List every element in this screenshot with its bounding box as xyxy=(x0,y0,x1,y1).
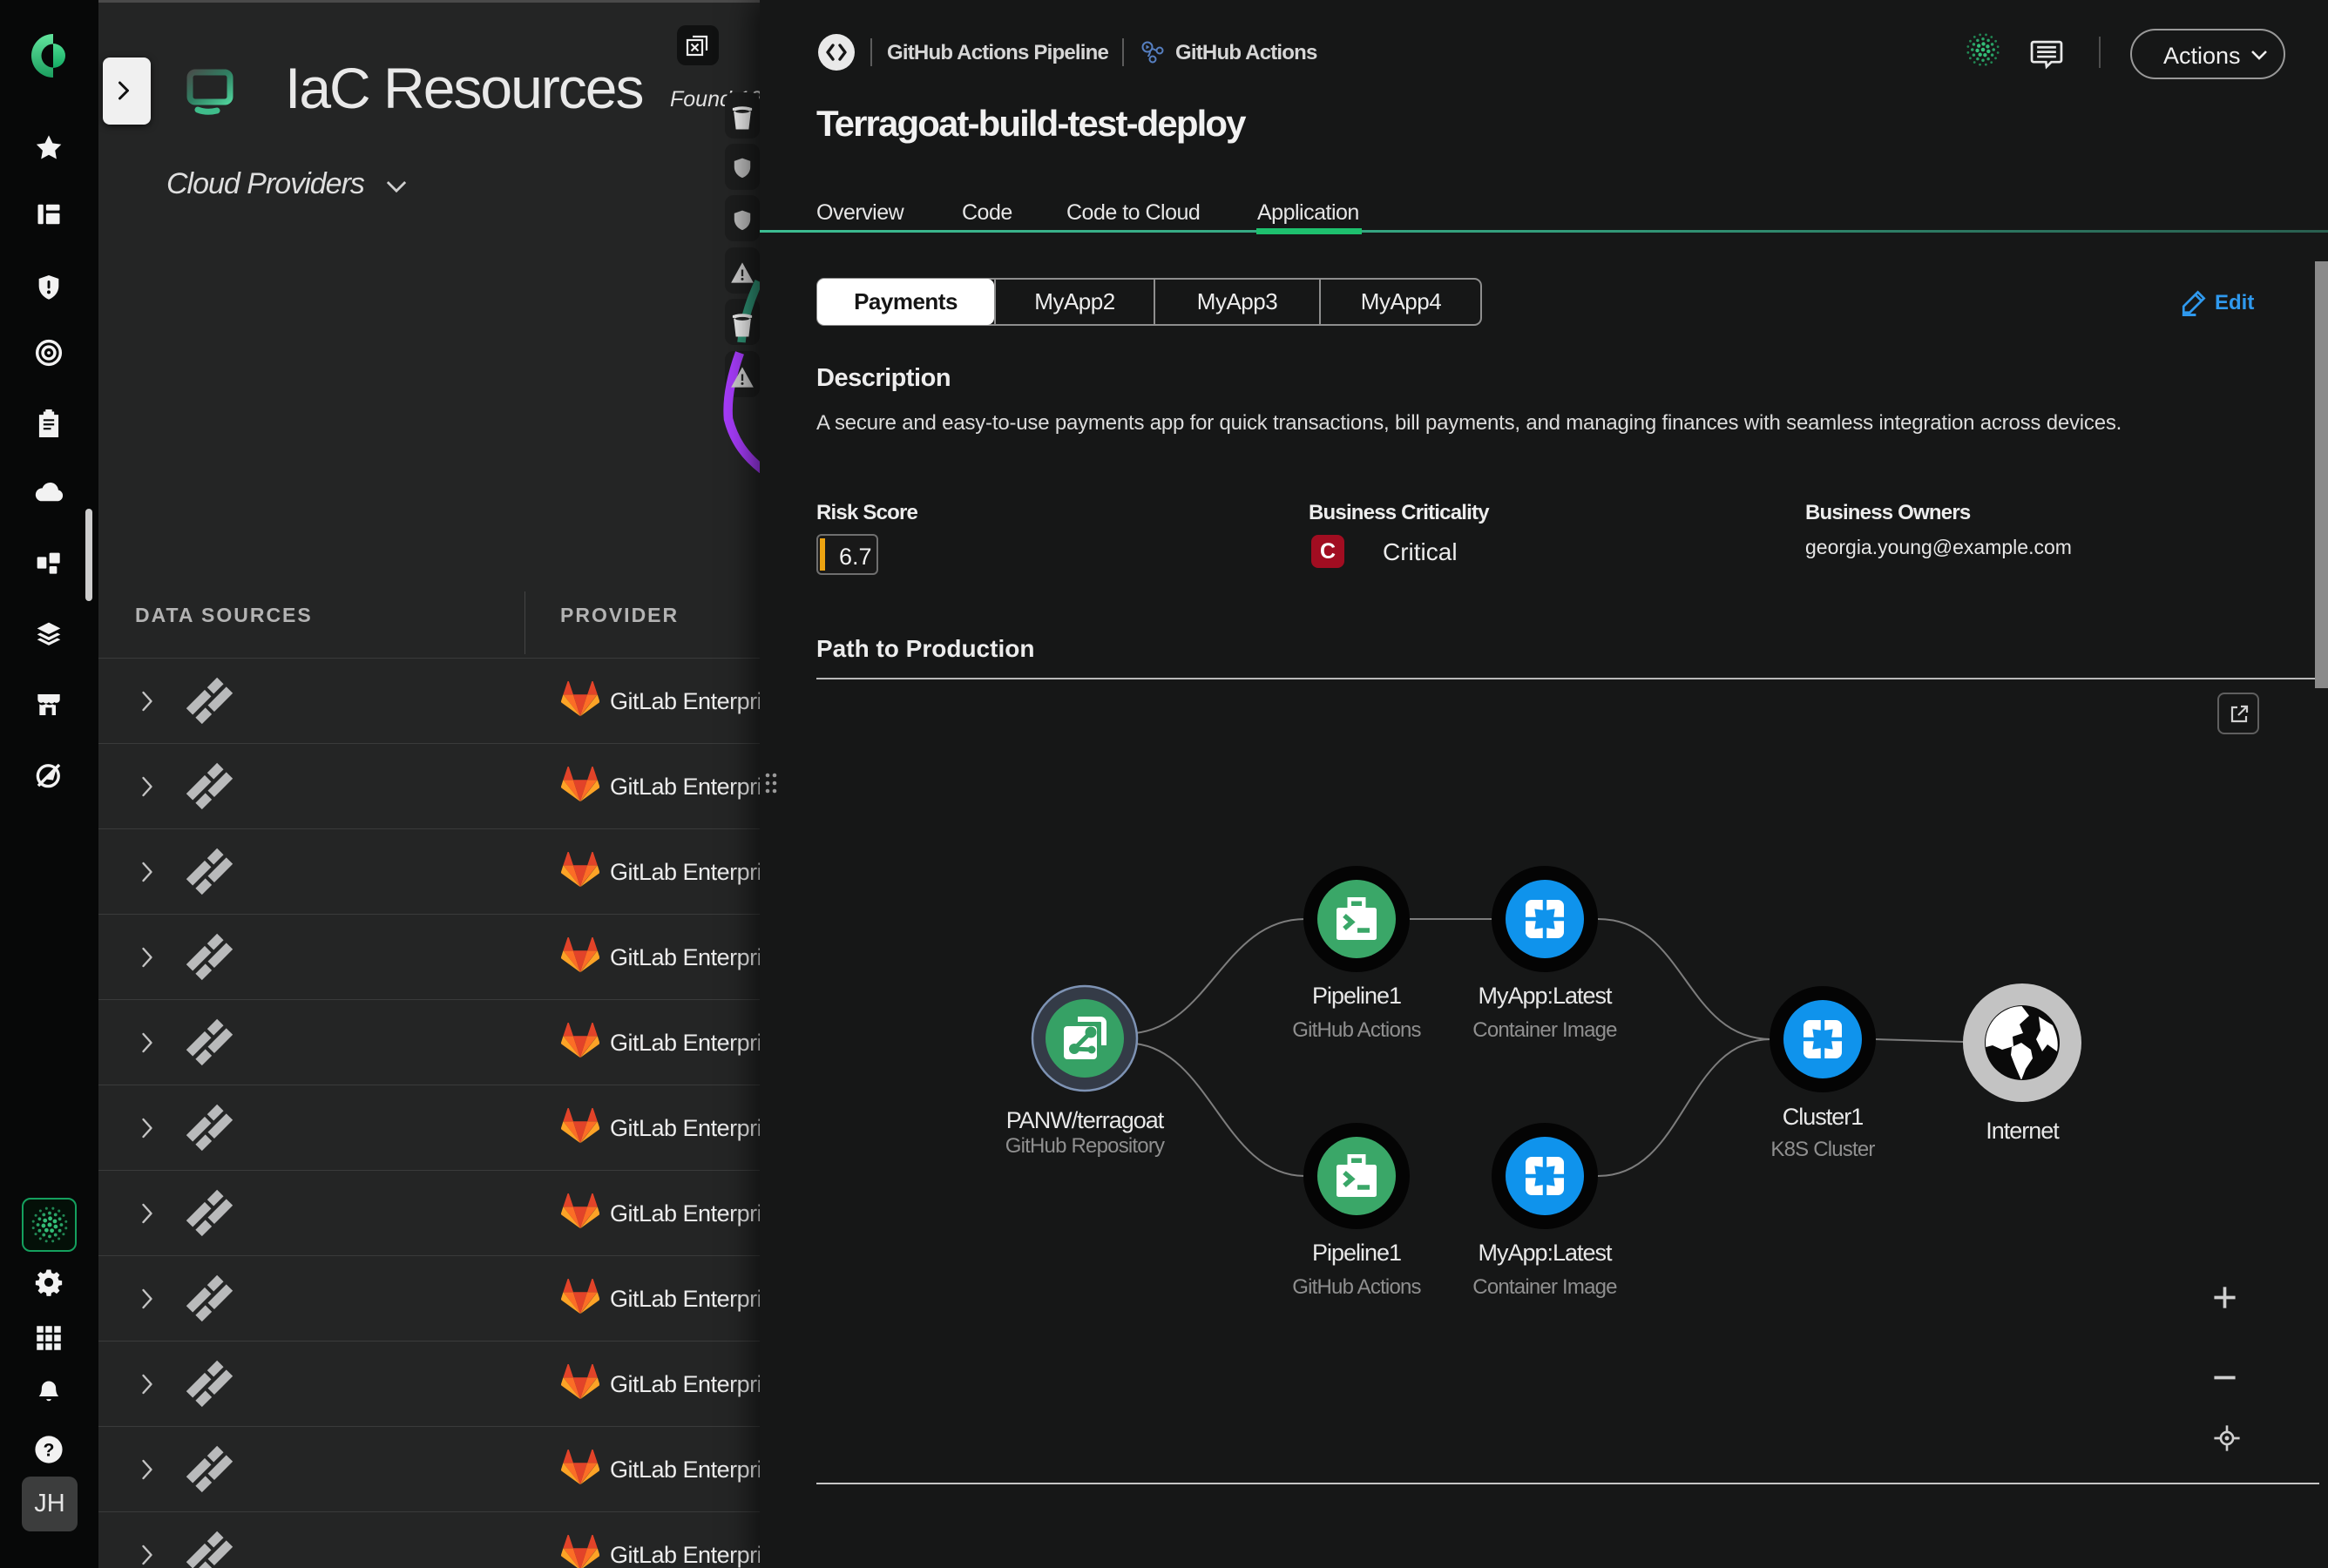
svg-text:MyApp:Latest: MyApp:Latest xyxy=(1478,983,1613,1009)
svg-text:Container Image: Container Image xyxy=(1472,1018,1617,1042)
svg-text:Container Image: Container Image xyxy=(1472,1275,1617,1299)
svg-text:K8S Cluster: K8S Cluster xyxy=(1770,1138,1875,1161)
svg-text:GitHub Repository: GitHub Repository xyxy=(1005,1134,1165,1158)
svg-text:Cluster1: Cluster1 xyxy=(1783,1104,1864,1130)
svg-text:GitHub Actions: GitHub Actions xyxy=(1292,1018,1421,1042)
svg-text:PANW/terragoat: PANW/terragoat xyxy=(1006,1107,1165,1133)
svg-text:GitHub Actions: GitHub Actions xyxy=(1292,1275,1421,1299)
svg-text:?: ? xyxy=(44,1439,55,1460)
svg-text:Pipeline1: Pipeline1 xyxy=(1312,983,1401,1009)
svg-text:MyApp:Latest: MyApp:Latest xyxy=(1478,1240,1613,1266)
svg-text:Pipeline1: Pipeline1 xyxy=(1312,1240,1401,1266)
svg-text:Internet: Internet xyxy=(1986,1118,2060,1144)
